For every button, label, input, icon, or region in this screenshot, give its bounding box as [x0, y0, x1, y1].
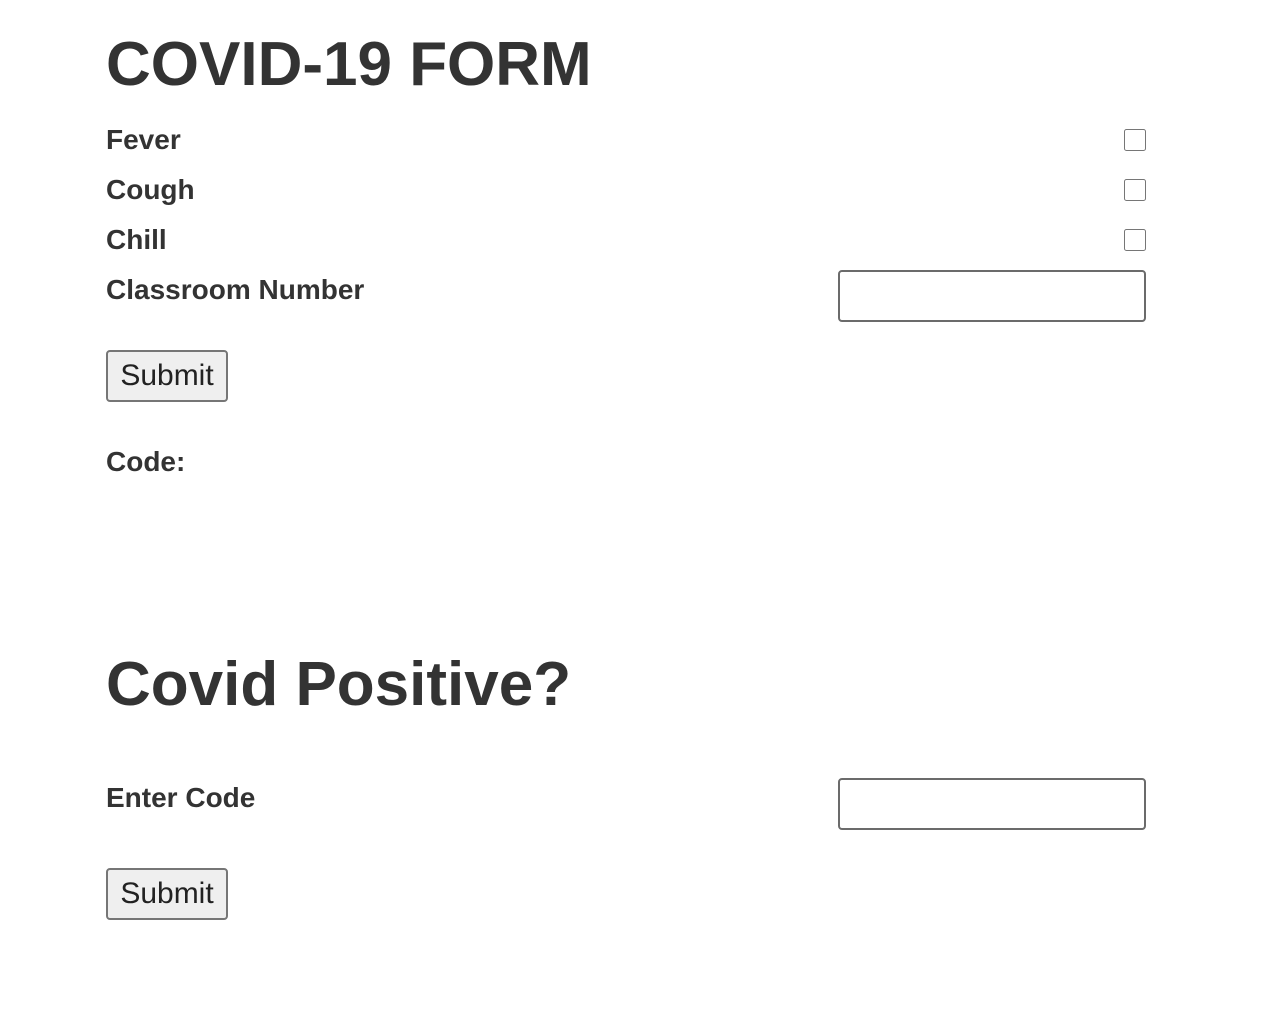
fever-checkbox[interactable] — [1124, 129, 1146, 151]
covid-positive-title: Covid Positive? — [106, 650, 572, 719]
symptom-label-fever: Fever — [106, 124, 181, 155]
chill-checkbox[interactable] — [1124, 229, 1146, 251]
symptom-label-cough: Cough — [106, 174, 195, 205]
page: COVID-19 FORM Fever Cough Chill Classroo… — [106, 0, 1146, 1020]
submit-form-button[interactable]: Submit — [106, 350, 228, 402]
code-label: Code: — [106, 446, 186, 477]
symptom-label-chill: Chill — [106, 224, 167, 255]
enter-code-input[interactable] — [838, 778, 1146, 830]
submit-code-button[interactable]: Submit — [106, 868, 228, 920]
classroom-number-label: Classroom Number — [106, 274, 365, 305]
form-title: COVID-19 FORM — [106, 30, 592, 99]
enter-code-label: Enter Code — [106, 782, 256, 813]
cough-checkbox[interactable] — [1124, 179, 1146, 201]
classroom-number-input[interactable] — [838, 270, 1146, 322]
